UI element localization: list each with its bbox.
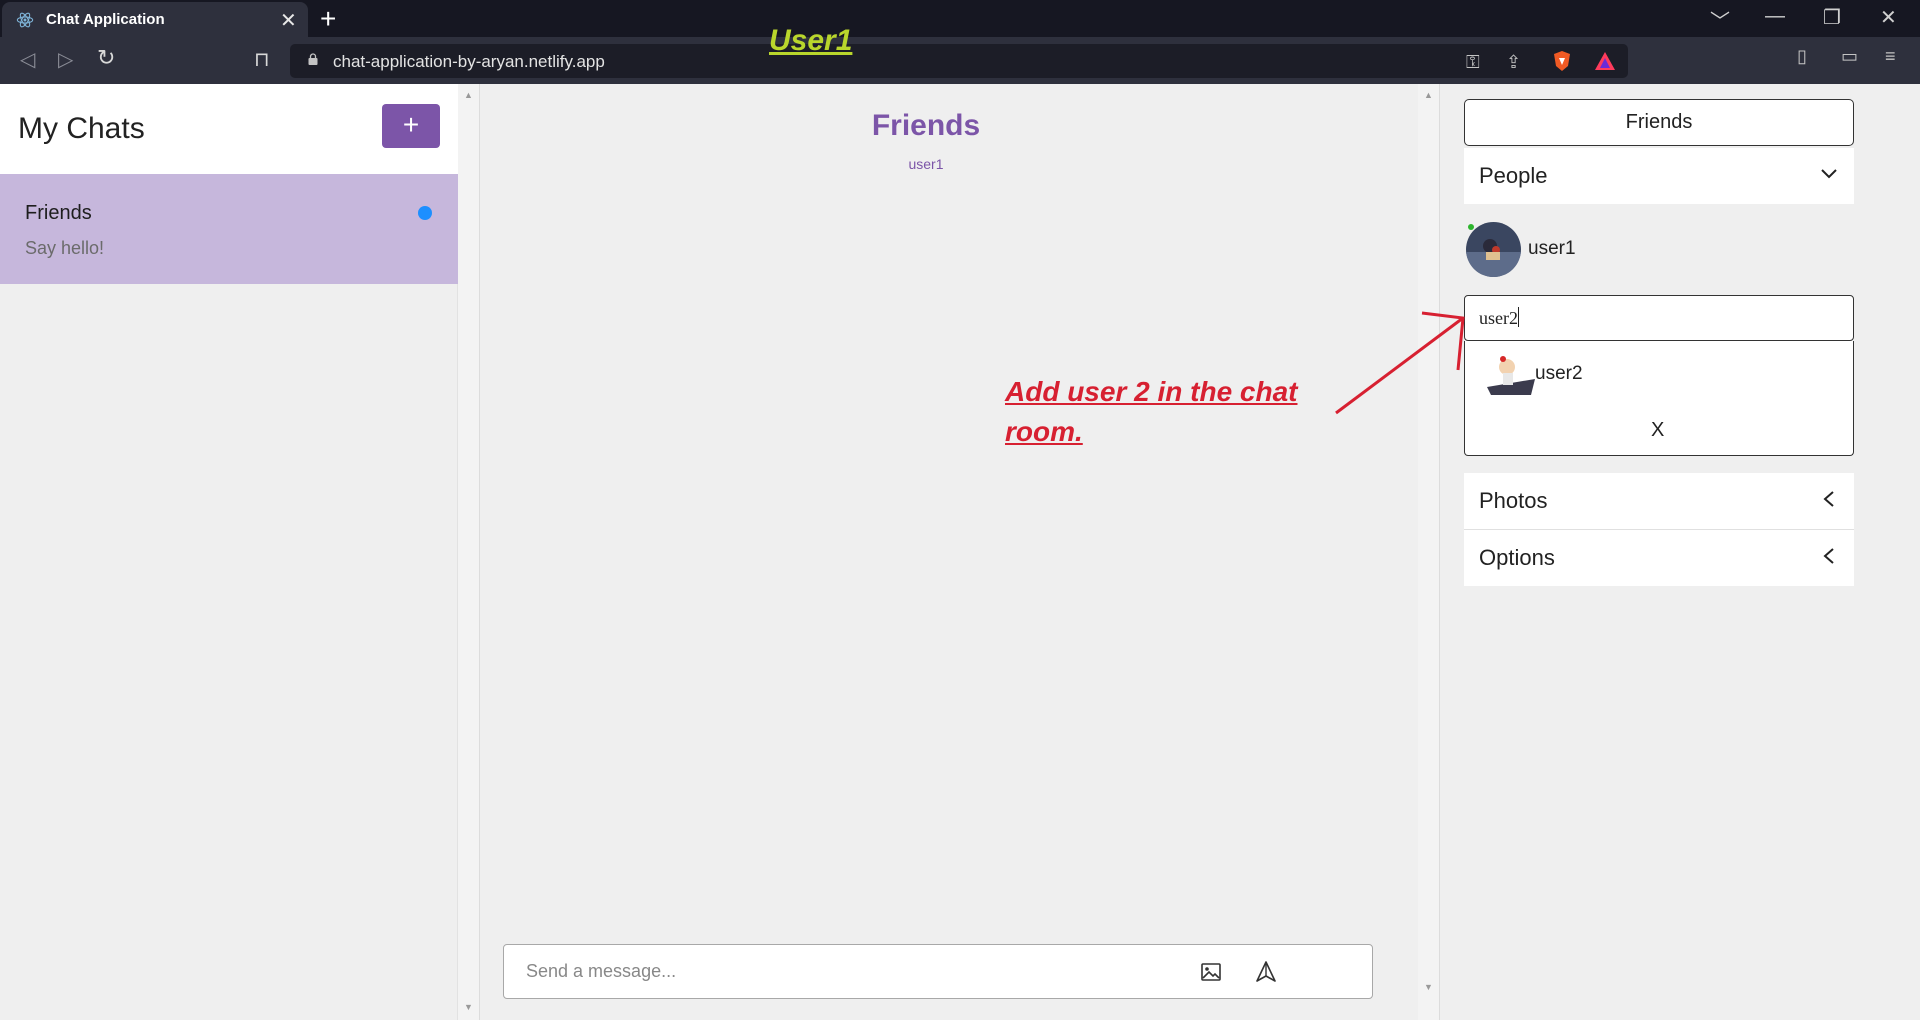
send-arrow-icon[interactable]: [1256, 961, 1276, 983]
bookmark-icon[interactable]: ⊓: [254, 47, 270, 72]
close-window-button[interactable]: ✕: [1880, 5, 1897, 30]
chevron-down-icon[interactable]: [1820, 164, 1838, 184]
react-atom-icon: [16, 12, 34, 28]
tab-title: Chat Application: [46, 11, 165, 28]
back-button[interactable]: ◁: [20, 47, 35, 72]
forward-button[interactable]: ▷: [58, 47, 73, 72]
chat-feed: Friends user1 Add user 2 in the chat roo…: [480, 84, 1440, 1020]
search-value: user2: [1479, 307, 1519, 328]
message-input[interactable]: Send a message...: [526, 961, 676, 982]
browser-tab-chat-application[interactable]: Chat Application ✕: [2, 2, 308, 37]
image-icon[interactable]: [1201, 963, 1221, 981]
chat-list-header: My Chats +: [0, 84, 458, 174]
chevron-left-icon[interactable]: [1820, 546, 1838, 566]
chat-card-preview: Say hello!: [25, 238, 105, 258]
chat-feed-subtitle: user1: [908, 156, 944, 172]
search-result-name: user2: [1535, 363, 1583, 384]
chat-list-sidebar: My Chats + Friends Say hello!: [0, 84, 458, 1020]
browser-tab-bar: Chat Application ✕ + ﹀ — ❐ ✕: [0, 0, 1920, 37]
chat-title-input[interactable]: Friends: [1464, 99, 1854, 146]
new-tab-button[interactable]: +: [320, 3, 336, 35]
options-section-header[interactable]: Options: [1464, 530, 1854, 586]
people-section-label: People: [1479, 163, 1548, 188]
chat-settings-panel: Friends People user1 user2 user2 X Photo…: [1440, 84, 1920, 1020]
new-chat-button[interactable]: +: [382, 104, 440, 148]
chat-list-scrollbar[interactable]: ▲ ▼: [458, 84, 480, 1020]
lock-icon: [308, 53, 318, 65]
tab-close-icon[interactable]: ✕: [280, 8, 297, 33]
people-section-header[interactable]: People: [1464, 148, 1854, 204]
sidebar-toggle-icon[interactable]: ▯: [1797, 46, 1807, 67]
annotation-arrow-icon: [1335, 311, 1465, 415]
chat-feed-scrollbar[interactable]: ▲ ▼: [1418, 84, 1440, 1020]
menu-icon[interactable]: ≡: [1885, 46, 1896, 67]
brave-rewards-icon[interactable]: [1594, 51, 1616, 71]
photos-section-label: Photos: [1479, 488, 1548, 513]
annotation-line-1: Add user 2 in the chat: [1005, 376, 1298, 407]
avatar: [1483, 349, 1539, 397]
url-field[interactable]: chat-application-by-aryan.netlify.app ⚿ …: [290, 44, 1628, 78]
options-section-label: Options: [1479, 545, 1555, 570]
search-result-item[interactable]: user2: [1483, 349, 1743, 399]
chat-feed-title: Friends: [871, 109, 981, 142]
add-member-search-input[interactable]: user2: [1464, 295, 1854, 341]
scroll-down-arrow-icon[interactable]: ▼: [464, 1002, 473, 1012]
person-name: user1: [1528, 238, 1576, 259]
reload-button[interactable]: ↻: [97, 45, 115, 71]
minimize-button[interactable]: —: [1765, 5, 1785, 28]
brave-shield-icon[interactable]: [1552, 50, 1572, 72]
annotation-text: Add user 2 in the chat room.: [1005, 372, 1305, 452]
scroll-up-arrow-icon[interactable]: ▲: [464, 90, 473, 100]
url-text: chat-application-by-aryan.netlify.app: [333, 52, 605, 71]
scroll-up-arrow-icon[interactable]: ▲: [1424, 90, 1433, 100]
close-search-button[interactable]: X: [1651, 419, 1664, 442]
chevron-left-icon[interactable]: [1820, 489, 1838, 509]
overlay-user-label: User1: [769, 24, 853, 57]
avatar: [1466, 222, 1521, 277]
scroll-down-arrow-icon[interactable]: ▼: [1424, 982, 1433, 992]
photos-section-header[interactable]: Photos: [1464, 473, 1854, 529]
annotation-line-2: room.: [1005, 416, 1083, 447]
chat-card-name: Friends: [25, 202, 92, 224]
message-form: Send a message...: [503, 944, 1373, 999]
chat-list-title: My Chats: [18, 112, 145, 145]
browser-address-bar: ◁ ▷ ↻ ⊓ chat-application-by-aryan.netlif…: [0, 37, 1920, 84]
chat-card-friends[interactable]: Friends Say hello!: [0, 174, 458, 284]
unread-indicator: [418, 206, 432, 220]
search-results-dropdown: user2 X: [1464, 341, 1854, 456]
tab-list-chevron-icon[interactable]: ﹀: [1710, 5, 1730, 34]
share-icon[interactable]: ⇪: [1506, 52, 1521, 73]
online-status-dot: [1468, 224, 1474, 230]
key-icon[interactable]: ⚿: [1466, 52, 1480, 73]
wallet-icon[interactable]: ▭: [1841, 46, 1858, 67]
restore-button[interactable]: ❐: [1823, 5, 1841, 30]
